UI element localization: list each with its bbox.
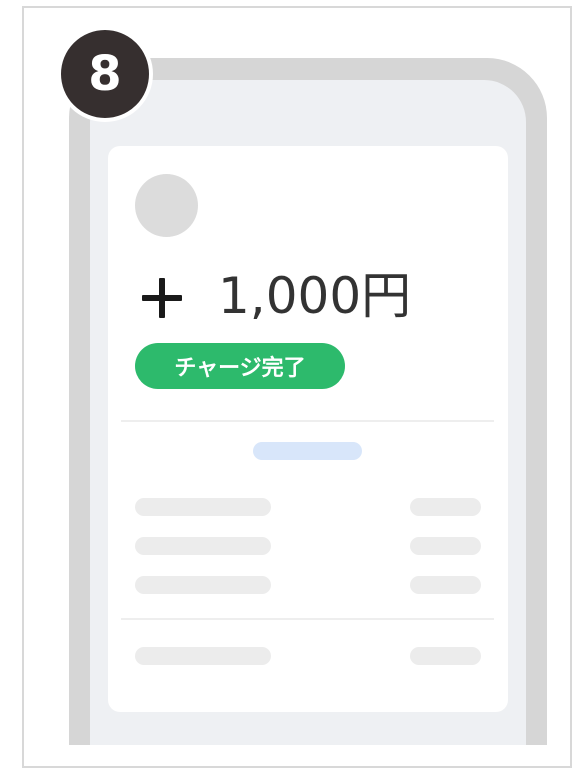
detail-row-label-placeholder [135,537,271,555]
step-number-badge: 8 [57,26,153,122]
total-label-placeholder [135,647,271,665]
transaction-amount: 1,000円 [218,267,412,325]
detail-row-label-placeholder [135,576,271,594]
plus-icon [142,278,182,318]
divider [121,420,494,422]
avatar [135,174,198,237]
detail-row-value-placeholder [410,537,481,555]
detail-row-value-placeholder [410,498,481,516]
status-badge: チャージ完了 [135,343,345,389]
divider [121,618,494,620]
detail-link-placeholder[interactable] [253,442,362,460]
detail-row-label-placeholder [135,498,271,516]
detail-row-value-placeholder [410,576,481,594]
total-value-placeholder [410,647,481,665]
